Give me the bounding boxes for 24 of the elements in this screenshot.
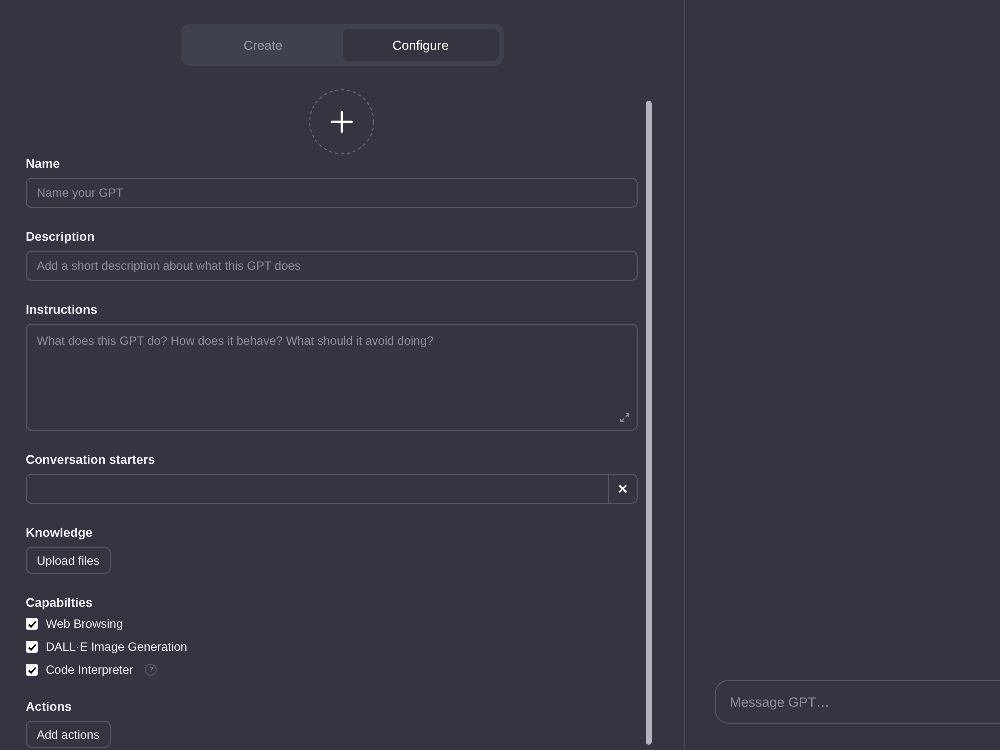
checkbox-label: Web Browsing bbox=[46, 617, 124, 631]
text-field[interactable]: Name your GPT bbox=[26, 178, 638, 208]
checkbox[interactable] bbox=[26, 641, 38, 653]
checkbox-label: Code Interpreter bbox=[46, 663, 134, 677]
checkbox[interactable] bbox=[26, 618, 38, 630]
field-label: Capabilties bbox=[26, 595, 94, 611]
field-label: Description bbox=[26, 229, 96, 245]
field-label: Knowledge bbox=[26, 525, 94, 541]
message-field[interactable]: Message GPT… bbox=[715, 680, 1000, 724]
checkbox[interactable] bbox=[26, 664, 38, 676]
field-label: Actions bbox=[26, 699, 73, 715]
tab[interactable]: Create bbox=[186, 29, 341, 61]
tab[interactable]: Configure bbox=[343, 29, 498, 61]
scrollbar[interactable] bbox=[646, 101, 652, 745]
field-label: Conversation starters bbox=[26, 452, 156, 468]
expand-icon[interactable] bbox=[620, 413, 630, 423]
action-button[interactable]: Add actions bbox=[26, 721, 111, 748]
checkbox-label: DALL·E Image Generation bbox=[46, 640, 188, 654]
action-button[interactable]: Upload files bbox=[26, 547, 111, 574]
text-field[interactable]: Add a short description about what this GPT does bbox=[26, 251, 638, 281]
instructions-field[interactable]: What does this GPT do? How does it behave? What should it avoid doing? bbox=[26, 324, 638, 431]
starter-field[interactable] bbox=[26, 474, 638, 504]
field-label: Name bbox=[26, 156, 62, 172]
field-label: Instructions bbox=[26, 302, 99, 318]
